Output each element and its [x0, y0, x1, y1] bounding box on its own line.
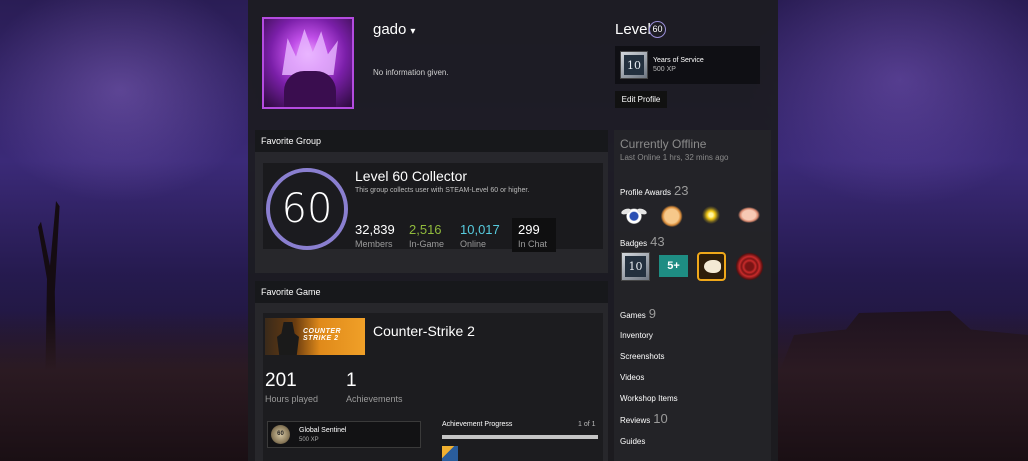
section-count: 43 [650, 234, 665, 249]
group-stat-members: 32,839 Members [355, 222, 395, 249]
edit-profile-button[interactable]: Edit Profile [615, 91, 667, 108]
games-link[interactable]: Games 9 [620, 306, 656, 321]
achievement-thumbnail-icon[interactable] [442, 446, 458, 461]
game-logo-line1: COUNTER [303, 328, 342, 335]
group-stat-online: 10,017 Online [460, 222, 500, 249]
guides-link[interactable]: Guides [620, 437, 645, 446]
stat-label: Achievements [346, 394, 403, 404]
username: gado [373, 21, 407, 38]
ram-badge-icon[interactable] [697, 252, 726, 281]
workshop-items-link[interactable]: Workshop Items [620, 394, 678, 403]
screenshots-link[interactable]: Screenshots [620, 352, 664, 361]
stat-label: Members [355, 239, 393, 249]
videos-link[interactable]: Videos [620, 373, 644, 382]
achievement-progress-label: Achievement Progress [442, 421, 513, 428]
achievements-stat: 1 Achievements [346, 370, 403, 404]
level-badge[interactable]: 60 [649, 21, 666, 38]
game-name[interactable]: Counter-Strike 2 [373, 323, 475, 339]
group-stat-in-chat: 299 In Chat [518, 222, 547, 249]
group-name[interactable]: Level 60 Collector [355, 168, 467, 184]
avatar-body [284, 71, 336, 107]
achievement-progress-fill [442, 435, 598, 439]
section-label: Games [620, 311, 646, 320]
avatar[interactable] [262, 17, 354, 109]
stat-value: 1 [346, 370, 357, 391]
username-dropdown[interactable]: gado ▾ [373, 21, 415, 38]
group-stat-in-game: 2,516 In-Game [409, 222, 444, 249]
five-plus-badge-icon[interactable]: 5+ [659, 255, 688, 277]
years-of-service-icon: 10 [620, 51, 648, 79]
badge-title: Years of Service [653, 57, 704, 64]
section-label: Reviews [620, 416, 651, 425]
section-label: Badges [620, 239, 648, 248]
years-of-service-badge-text: 10 [624, 55, 644, 75]
game-logo-text: COUNTER STRIKE 2 [303, 328, 341, 342]
chevron-down-icon: ▾ [410, 26, 416, 37]
stat-label: Online [460, 239, 487, 249]
profile-summary: No information given. [373, 68, 449, 77]
achievement-progress-count: 1 of 1 [578, 421, 596, 428]
cookie-face-icon[interactable] [660, 203, 686, 227]
stat-label: In-Game [409, 239, 445, 249]
section-label: Profile Awards [620, 188, 671, 197]
avatar-hair [282, 29, 338, 75]
achievement-xp: 500 XP [299, 437, 319, 443]
game-logo-line2: STRIKE 2 [303, 335, 339, 342]
achievement-card[interactable] [267, 421, 421, 448]
stat-label: In Chat [518, 239, 548, 249]
last-online: Last Online 1 hrs, 32 mins ago [620, 153, 729, 162]
section-count: 23 [674, 183, 689, 198]
inventory-link[interactable]: Inventory [620, 331, 653, 340]
group-description: This group collects user with STEAM-Leve… [355, 187, 530, 194]
years-of-service-badge-icon[interactable]: 10 [621, 252, 650, 281]
reviews-link[interactable]: Reviews 10 [620, 411, 668, 426]
section-count: 9 [648, 306, 657, 321]
stat-value: 32,839 [355, 222, 395, 237]
years-of-service-badge-box[interactable]: 10 [615, 46, 760, 84]
stat-value: 299 [518, 222, 540, 237]
stat-value: 201 [265, 370, 297, 391]
stat-value: 2,516 [409, 222, 442, 237]
achievement-name: Global Sentinel [299, 427, 347, 434]
stat-label: Hours played [265, 394, 319, 404]
section-count: 10 [653, 411, 668, 426]
winged-emblem-icon[interactable] [621, 203, 647, 227]
game-capsule-image[interactable]: COUNTER STRIKE 2 [265, 318, 365, 355]
level-label: Level [615, 21, 651, 38]
badge-text: 10 [625, 256, 646, 277]
favorite-group-header: Favorite Group [255, 130, 608, 152]
profile-awards-link[interactable]: Profile Awards 23 [620, 183, 688, 198]
badges-link[interactable]: Badges 43 [620, 234, 665, 249]
global-sentinel-icon: 60 [271, 425, 290, 444]
brain-icon[interactable] [736, 203, 762, 227]
favorite-game-header: Favorite Game [255, 281, 608, 303]
stat-value: 10,017 [460, 222, 500, 237]
soldier-figure [277, 322, 299, 355]
online-status: Currently Offline [620, 137, 707, 151]
badge-xp: 500 XP [653, 66, 676, 73]
sun-icon[interactable] [698, 203, 724, 227]
group-avatar-ring[interactable]: 60 [266, 168, 348, 250]
hours-played-stat: 201 Hours played [265, 370, 318, 404]
red-rose-badge-icon[interactable] [735, 252, 764, 281]
achievement-progress-bar [442, 435, 598, 439]
